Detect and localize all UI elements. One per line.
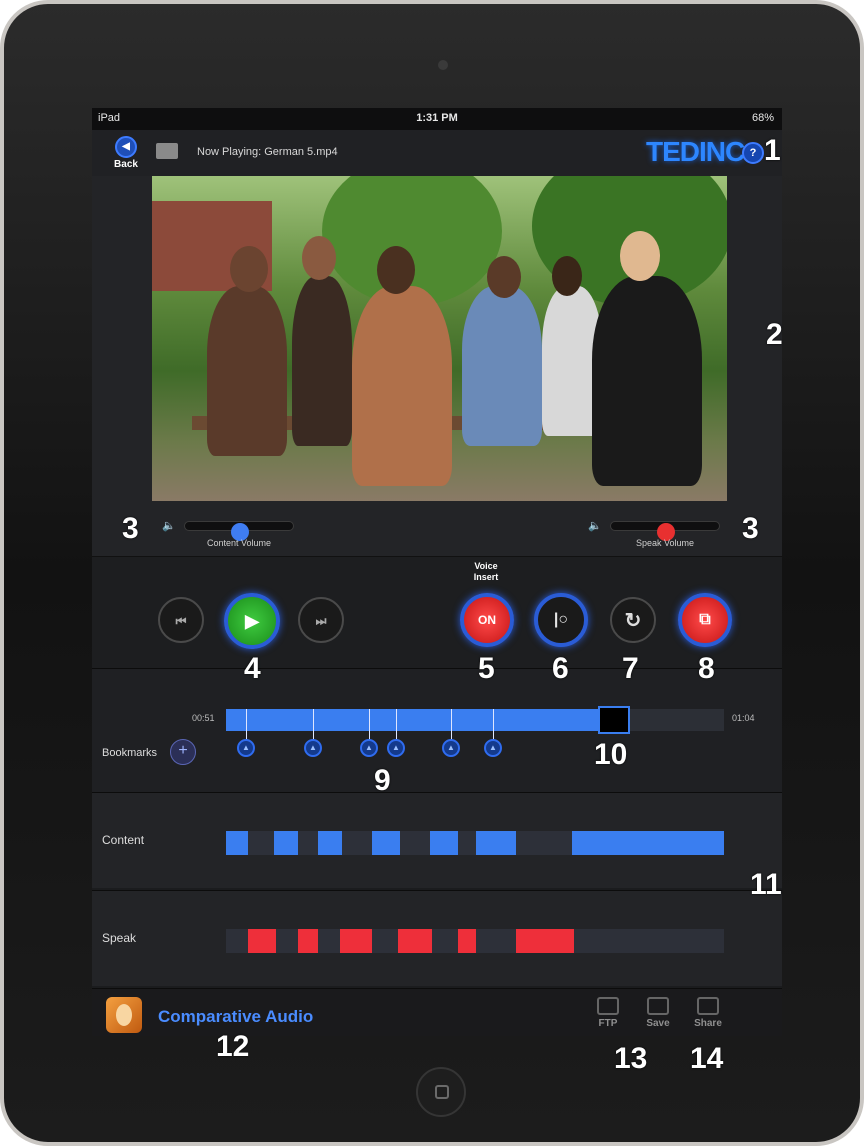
content-segment [476, 831, 516, 855]
bookmark-marker-icon[interactable]: ▲ [442, 739, 460, 757]
speak-segment [398, 929, 432, 953]
annotation-callout: 7 [622, 652, 639, 685]
annotation-callout: 6 [552, 652, 569, 685]
previous-button[interactable]: ⏮ [158, 597, 204, 643]
play-button[interactable]: ▶ [224, 593, 280, 649]
mail-icon [697, 997, 719, 1015]
bookmark-marker-icon[interactable]: ▲ [387, 739, 405, 757]
content-segment [430, 831, 458, 855]
annotation-callout: 10 [594, 738, 628, 771]
clock: 1:31 PM [416, 112, 458, 124]
annotation-callout: 2 [766, 318, 783, 351]
voice-insert-label: Voice Insert [473, 561, 499, 582]
battery-level: 68% [751, 112, 774, 124]
content-track-label: Content [102, 833, 145, 847]
help-button[interactable]: ? [742, 142, 764, 164]
timeline-panel: 00:51 01:04 Bookmarks + ▲ ▲ ▲ ▲ ▲ ▲ [92, 668, 782, 792]
now-playing-title: Now Playing: German 5.mp4 [197, 146, 338, 158]
app-icon [106, 997, 142, 1033]
content-segment [274, 831, 298, 855]
save-button[interactable]: Save [636, 997, 680, 1029]
bookmark-marker-icon[interactable]: ▲ [360, 739, 378, 757]
annotation-callout: 3 [122, 512, 139, 545]
speak-volume-label: Speak Volume [635, 538, 695, 548]
bookmark-marker-icon[interactable]: ▲ [304, 739, 322, 757]
save-icon [647, 997, 669, 1015]
speak-segment [458, 929, 476, 953]
bottom-bar: Comparative Audio FTP Save Share [92, 988, 782, 1036]
video-player[interactable] [152, 176, 727, 501]
brand-logo: TEDINC [646, 136, 745, 167]
speak-volume-track[interactable] [610, 521, 720, 541]
home-button[interactable] [416, 1067, 466, 1117]
speak-segment [340, 929, 372, 953]
annotation-callout: 11 [750, 868, 782, 901]
speak-track-row: Speak [92, 890, 782, 986]
next-button[interactable]: ⏭ [298, 597, 344, 643]
back-label: Back [114, 159, 138, 170]
compare-button[interactable]: ⧉ [678, 593, 732, 647]
record-button[interactable]: |○ [534, 593, 588, 647]
app-screen: iPad 1:31 PM 68% ◀ Back Now Playing: Ger… [92, 108, 782, 1036]
bookmarks-label: Bookmarks [102, 747, 158, 759]
annotation-callout: 3 [742, 512, 759, 545]
content-volume-track[interactable] [184, 521, 294, 541]
timeline-progress [226, 709, 600, 731]
speak-segment [516, 929, 574, 953]
annotation-callout: 13 [614, 1042, 648, 1075]
speak-track-label: Speak [102, 931, 137, 945]
content-segment [572, 831, 724, 855]
speak-segment [298, 929, 318, 953]
app-name: Comparative Audio [158, 1007, 314, 1026]
annotation-callout: 12 [216, 1030, 250, 1063]
playback-controls: Voice Insert ⏮ ▶ ⏭ ON |○ ↻ ⧉ [92, 556, 782, 668]
content-segment [226, 831, 248, 855]
share-button[interactable]: Share [686, 997, 730, 1029]
end-time: 01:04 [732, 713, 755, 723]
annotation-callout: 8 [698, 652, 715, 685]
speaker-icon: 🔈 [162, 520, 176, 532]
status-bar: iPad 1:31 PM 68% [92, 108, 782, 130]
transfer-icon [597, 997, 619, 1015]
speaker-icon: 🔈 [588, 520, 602, 532]
ftp-button[interactable]: FTP [586, 997, 630, 1029]
folder-icon[interactable] [156, 143, 178, 159]
content-track[interactable] [226, 831, 724, 855]
video-area: 🔈 Content Volume 🔈 Speak Volume [92, 176, 782, 556]
annotation-callout: 9 [374, 764, 391, 797]
content-segment [372, 831, 400, 855]
bookmark-marker-icon[interactable]: ▲ [237, 739, 255, 757]
top-bar: ◀ Back Now Playing: German 5.mp4 TEDINC … [92, 130, 782, 176]
start-time: 00:51 [192, 713, 215, 723]
add-bookmark-button[interactable]: + [170, 739, 196, 765]
speak-track[interactable] [226, 929, 724, 953]
loop-button[interactable]: ↻ [610, 597, 656, 643]
bookmark-marker-icon[interactable]: ▲ [484, 739, 502, 757]
playhead-handle[interactable] [598, 706, 630, 734]
back-icon: ◀ [115, 136, 137, 158]
camera-lens [438, 60, 448, 70]
annotation-callout: 5 [478, 652, 495, 685]
content-volume-label: Content Volume [206, 538, 272, 548]
content-segment [318, 831, 342, 855]
annotation-callout: 1 [764, 134, 781, 167]
annotation-callout: 14 [690, 1042, 724, 1075]
voice-insert-on-button[interactable]: ON [460, 593, 514, 647]
timeline-bar[interactable] [226, 706, 724, 749]
speak-segment [248, 929, 276, 953]
content-track-row: Content [92, 792, 782, 888]
annotation-callout: 4 [244, 652, 261, 685]
back-button[interactable]: ◀ Back [108, 136, 144, 170]
